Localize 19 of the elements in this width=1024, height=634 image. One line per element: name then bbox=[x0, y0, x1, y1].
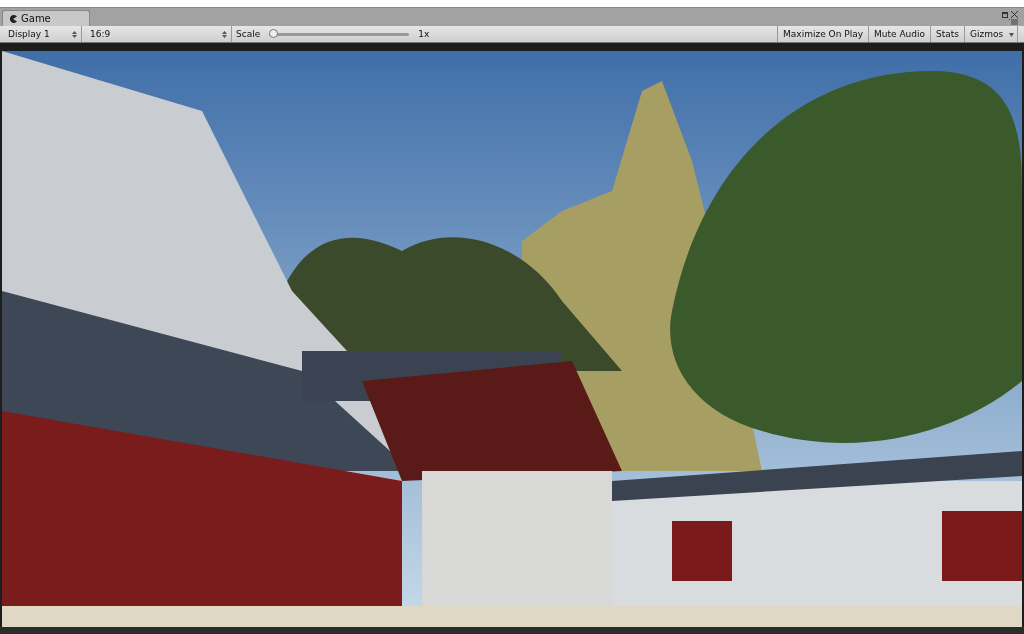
dropdown-value: Display 1 bbox=[8, 29, 50, 39]
display-dropdown[interactable]: Display 1 bbox=[0, 26, 82, 42]
scale-value: 1x bbox=[418, 29, 430, 39]
scale-label: Scale bbox=[236, 29, 261, 39]
toolbar-button[interactable]: Mute Audio bbox=[868, 26, 930, 42]
maximize-icon[interactable] bbox=[1002, 11, 1008, 18]
toolbar-button[interactable]: Maximize On Play bbox=[777, 26, 868, 42]
close-icon[interactable] bbox=[1011, 11, 1018, 18]
scale-slider[interactable] bbox=[269, 32, 410, 36]
aspect-dropdown[interactable]: 16:9 bbox=[82, 26, 232, 42]
tab-label: Game bbox=[21, 13, 51, 24]
gizmos-dropdown[interactable]: Gizmos bbox=[963, 26, 1018, 42]
updown-arrows-icon bbox=[222, 30, 227, 38]
pacman-icon bbox=[9, 14, 17, 23]
updown-arrows-icon bbox=[72, 30, 77, 38]
toolbar-button[interactable]: Stats bbox=[930, 26, 964, 42]
caret-icon bbox=[1009, 33, 1014, 37]
game-tab[interactable]: Game bbox=[2, 10, 90, 26]
dropdown-value: 16:9 bbox=[90, 29, 111, 39]
